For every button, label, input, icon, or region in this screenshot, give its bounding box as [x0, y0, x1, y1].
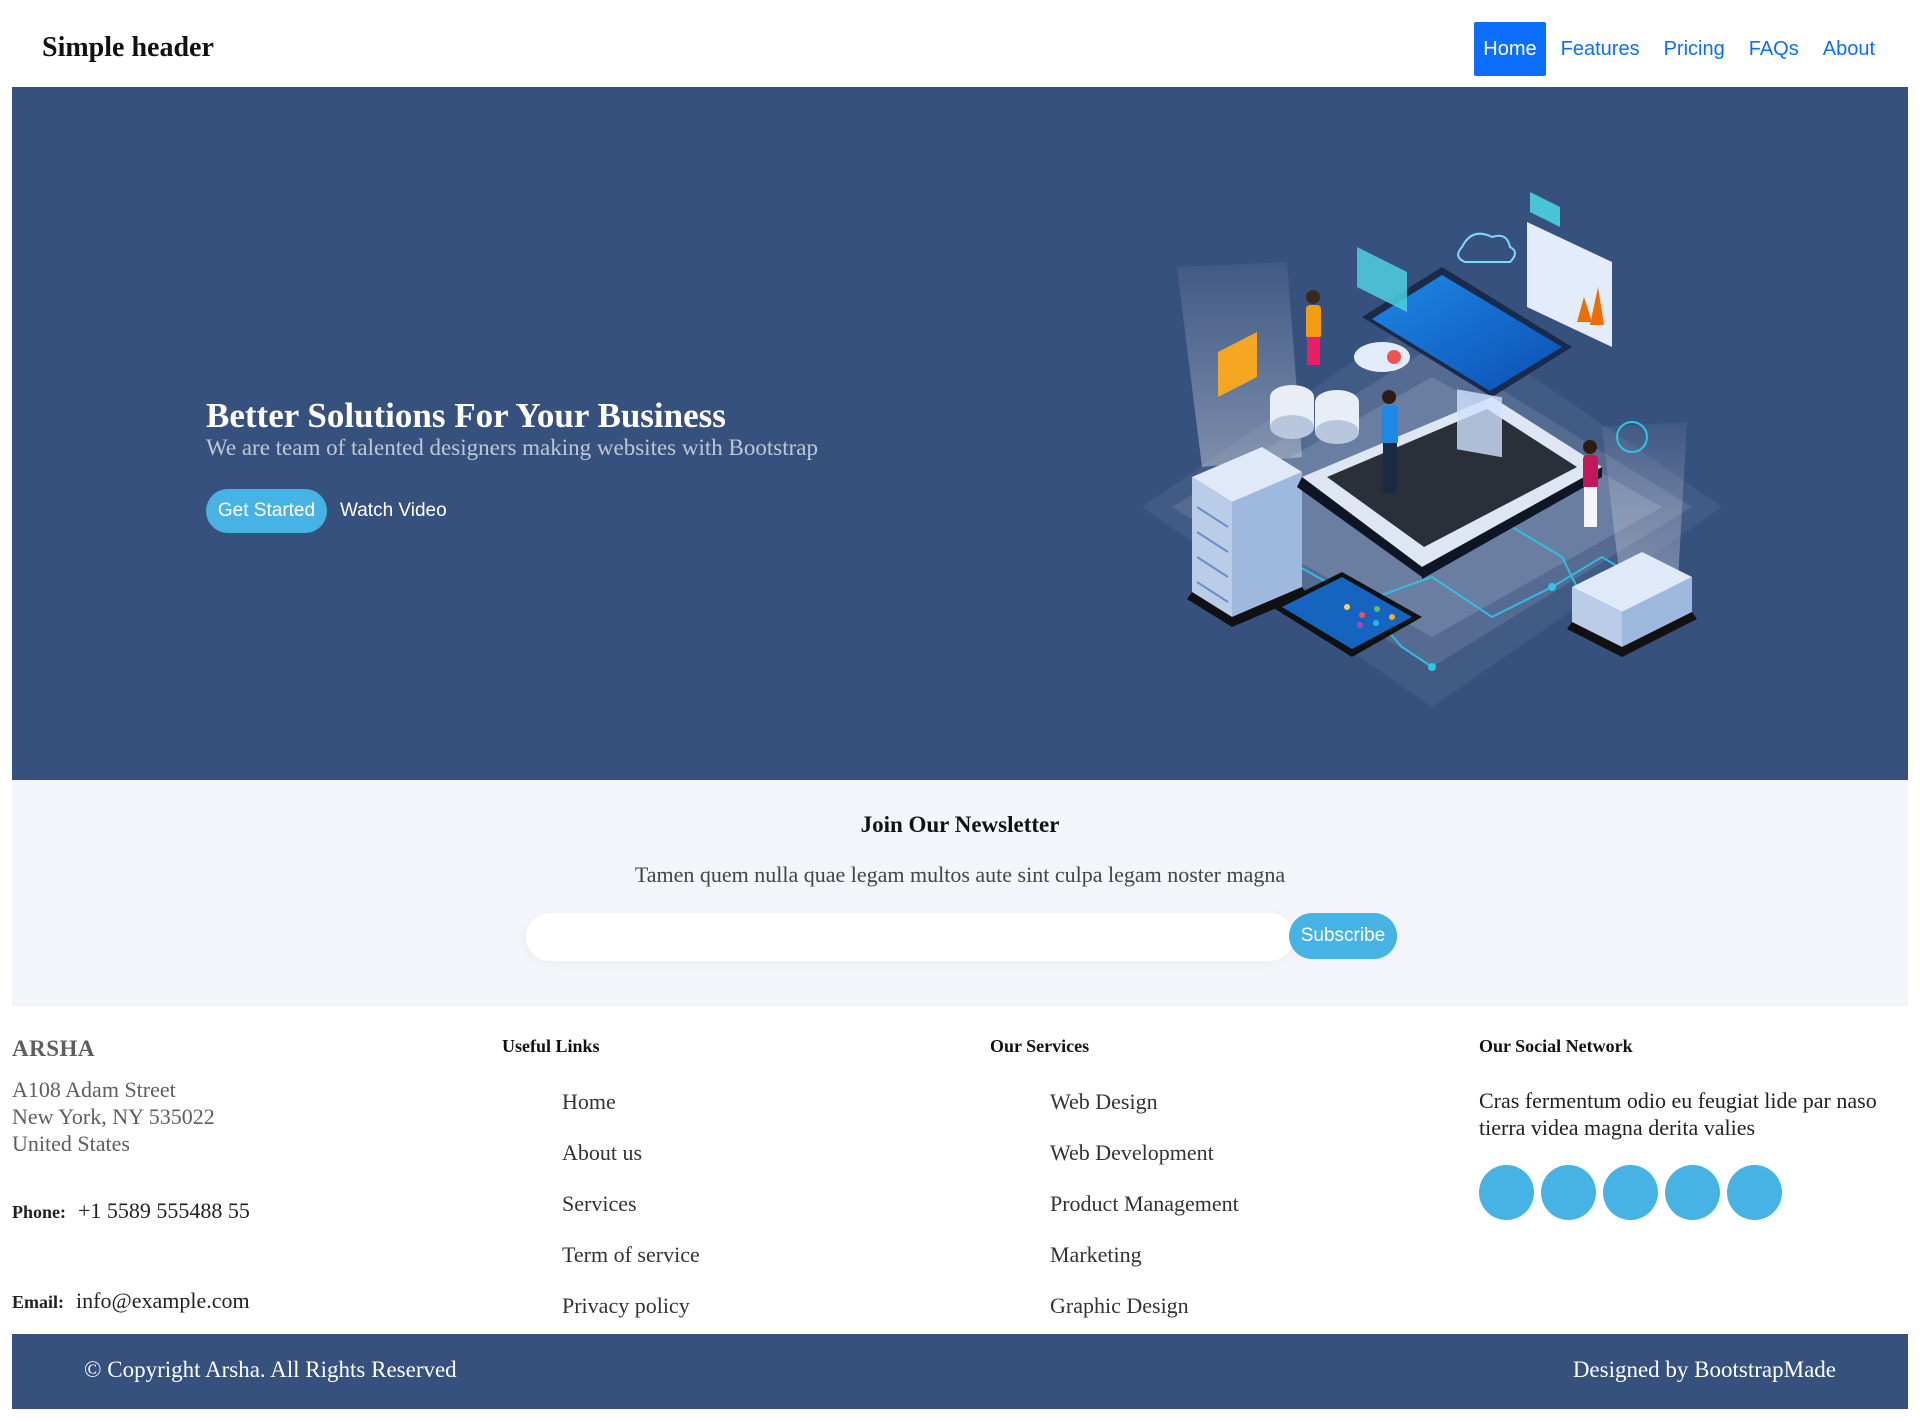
address-line: A108 Adam Street	[12, 1077, 176, 1102]
service-link-web-development[interactable]: Web Development	[1050, 1138, 1239, 1189]
footer-phone: Phone: +1 5589 555488 55	[12, 1198, 250, 1224]
footer-top: ARSHA A108 Adam Street New York, NY 5350…	[12, 1006, 1908, 1334]
services-column: Our Services Web Design Web Development …	[990, 1036, 1239, 1342]
linkedin-icon[interactable]	[1727, 1165, 1782, 1220]
instagram-icon[interactable]	[1603, 1165, 1658, 1220]
newsletter-title: Join Our Newsletter	[860, 812, 1060, 837]
get-started-button[interactable]: Get Started	[206, 489, 327, 533]
hero-title: Better Solutions For Your Business	[206, 396, 726, 435]
phone-label: Phone:	[12, 1202, 66, 1222]
nav-home[interactable]: Home	[1474, 22, 1546, 76]
email-value: info@example.com	[76, 1288, 250, 1313]
footer-brand: ARSHA	[12, 1036, 96, 1061]
facebook-icon[interactable]	[1541, 1165, 1596, 1220]
services-title: Our Services	[990, 1036, 1090, 1056]
main-nav: Home Features Pricing FAQs About	[1468, 22, 1884, 76]
footer-link-services[interactable]: Services	[562, 1189, 700, 1240]
hero-section: Better Solutions For Your Business We ar…	[12, 87, 1908, 780]
services-list: Web Design Web Development Product Manag…	[990, 1087, 1239, 1342]
service-link-product-management[interactable]: Product Management	[1050, 1189, 1239, 1240]
footer-link-terms[interactable]: Term of service	[562, 1240, 700, 1291]
skype-icon[interactable]	[1665, 1165, 1720, 1220]
useful-links-column: Useful Links Home About us Services Term…	[502, 1036, 700, 1342]
newsletter-section: Join Our Newsletter Tamen quem nulla qua…	[12, 780, 1908, 1006]
useful-links-title: Useful Links	[502, 1036, 600, 1056]
email-label: Email:	[12, 1292, 64, 1312]
service-link-marketing[interactable]: Marketing	[1050, 1240, 1239, 1291]
copyright-text: © Copyright Arsha. All Rights Reserved	[84, 1357, 457, 1382]
footer-contact-column: ARSHA A108 Adam Street New York, NY 5350…	[12, 1036, 250, 1313]
footer-bottom: © Copyright Arsha. All Rights Reserved D…	[12, 1334, 1908, 1409]
footer-link-about[interactable]: About us	[562, 1138, 700, 1189]
nav-about[interactable]: About	[1814, 22, 1884, 76]
footer-email: Email: info@example.com	[12, 1288, 250, 1314]
watch-video-link[interactable]: Watch Video	[340, 489, 447, 533]
useful-links-list: Home About us Services Term of service P…	[502, 1087, 700, 1342]
hero-illustration	[1142, 192, 1722, 707]
footer-link-home[interactable]: Home	[562, 1087, 700, 1138]
social-title: Our Social Network	[1479, 1036, 1633, 1056]
subscribe-button[interactable]: Subscribe	[1289, 913, 1397, 959]
address-line: New York, NY 535022	[12, 1104, 215, 1129]
address-line: United States	[12, 1131, 130, 1156]
site-header: Simple header Home Features Pricing FAQs…	[12, 0, 1908, 87]
social-text: Cras fermentum odio eu feugiat lide par …	[1479, 1088, 1877, 1140]
social-links	[1479, 1165, 1899, 1220]
footer-address: A108 Adam Street New York, NY 535022 Uni…	[12, 1076, 215, 1157]
brand-logo-text[interactable]: Simple header	[42, 32, 214, 64]
nav-faqs[interactable]: FAQs	[1740, 22, 1808, 76]
social-column: Our Social Network Cras fermentum odio e…	[1479, 1036, 1899, 1220]
hero-subtitle: We are team of talented designers making…	[206, 435, 818, 460]
newsletter-email-input[interactable]	[526, 913, 1294, 961]
credits-text: Designed by BootstrapMade	[1572, 1357, 1836, 1382]
twitter-icon[interactable]	[1479, 1165, 1534, 1220]
nav-pricing[interactable]: Pricing	[1655, 22, 1734, 76]
newsletter-text: Tamen quem nulla quae legam multos aute …	[634, 862, 1286, 887]
service-link-web-design[interactable]: Web Design	[1050, 1087, 1239, 1138]
phone-value: +1 5589 555488 55	[78, 1198, 250, 1223]
nav-features[interactable]: Features	[1552, 22, 1649, 76]
